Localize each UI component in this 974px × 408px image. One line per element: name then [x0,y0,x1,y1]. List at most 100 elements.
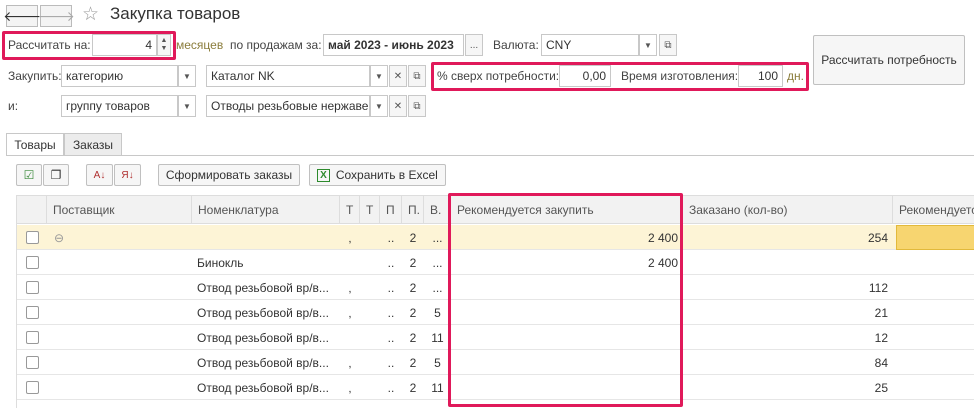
cell-c1: ‚ [348,305,352,320]
cell-name: Отвод резьбовой вр/в... [197,280,329,295]
highlight-calc [2,31,176,60]
cell-name: Отвод резьбовой вр/в... [197,355,329,370]
cell-ordered: 254 [867,230,888,245]
cell-c4: 2 [409,305,417,320]
copy-button[interactable]: ❐ [43,164,69,186]
catalog-dropdown[interactable]: ▼ [370,65,388,87]
forward-button[interactable]: 🡒 [37,5,75,27]
group-field[interactable]: Отводы резьбовые нержавею [206,95,370,117]
cell-supplier [47,250,192,275]
buy-by-field[interactable]: категорию [61,65,178,87]
cell-c5: ... [432,230,443,245]
tab-panel-border [6,155,974,156]
currency-field[interactable]: CNY [541,34,639,56]
catalog-field[interactable]: Каталог NK [206,65,370,87]
col-recommend2[interactable]: Рекомендуется [893,196,974,224]
catalog-open-button[interactable]: ⧉ [408,65,426,87]
cell-c2 [360,225,380,250]
cell-c4: 2 [409,230,417,245]
calc-need-button[interactable]: Рассчитать потребность [813,35,965,85]
group-open-button[interactable]: ⧉ [408,95,426,117]
cell-c5: 5 [434,305,441,320]
cell-recommend2[interactable] [896,275,974,300]
tab-orders[interactable]: Заказы [64,133,122,156]
by-sales-label: по продажам за: [230,38,322,52]
months-label: месяцев [176,38,224,52]
cell-ordered: 112 [868,280,888,295]
arrow-right-icon: 🡒 [37,7,75,24]
cell-name: Бинокль [197,255,244,270]
and-by-field[interactable]: группу товаров [61,95,178,117]
row-checkbox[interactable] [26,331,39,344]
page-title: Закупка товаров [110,4,241,23]
cell-c4: 2 [409,280,417,295]
cell-recommend2[interactable] [896,300,974,325]
cell-recommend2[interactable] [896,225,974,250]
row-checkbox[interactable] [26,231,39,244]
cell-c2 [360,375,380,400]
group-clear-button[interactable]: ✕ [389,95,407,117]
col-t1[interactable]: Т [340,196,360,224]
period-field[interactable]: май 2023 - июнь 2023 [323,34,464,56]
cell-name [192,225,340,250]
cell-ordered: 25 [874,380,888,395]
cell-c1: ‚ [348,355,352,370]
row-checkbox[interactable] [26,256,39,269]
cell-supplier [47,225,192,250]
cell-c3: .. [387,330,395,345]
excel-icon: X [317,168,330,182]
cell-name: Отвод резьбовой вр/в... [197,305,329,320]
cell-recommend2[interactable] [896,250,974,275]
col-p1[interactable]: П [380,196,402,224]
cell-name: Отвод резьбовой вр/в... [197,330,329,345]
cell-ordered [683,250,893,275]
cell-recommend2[interactable] [896,375,974,400]
form-orders-button[interactable]: Сформировать заказы [158,164,300,186]
cell-recommend2[interactable] [896,350,974,375]
row-checkbox[interactable] [26,356,39,369]
cell-c3: .. [387,355,395,370]
sort-desc-button[interactable]: Я↓ [114,164,141,186]
row-checkbox[interactable] [26,281,39,294]
col-t2[interactable]: Т [360,196,380,224]
cell-name: Отвод резьбовой вр/в... [197,380,329,395]
cell-recommend2[interactable] [896,325,974,350]
cell-c5: ... [432,280,443,295]
check-all-button[interactable]: ☑ [16,164,42,186]
cell-c5: 5 [434,355,441,370]
currency-open-button[interactable]: ⧉ [659,34,677,56]
row-checkbox[interactable] [26,381,39,394]
sort-asc-button[interactable]: A↓ [86,164,113,186]
back-button[interactable]: 🡐 [3,5,41,27]
cell-c4: 2 [409,255,417,270]
favorite-star-icon[interactable]: ☆ [82,3,99,26]
col-name[interactable]: Номенклатура [192,196,340,224]
cell-ordered: 12 [874,330,888,345]
tab-goods[interactable]: Товары [6,133,64,156]
cell-c2 [360,300,380,325]
currency-dropdown[interactable]: ▼ [639,34,657,56]
cell-c4: 2 [409,330,417,345]
cell-c3: .. [387,230,395,245]
catalog-clear-button[interactable]: ✕ [389,65,407,87]
cell-ordered: 21 [874,305,888,320]
col-p2[interactable]: П. [402,196,424,224]
and-by-dropdown[interactable]: ▼ [178,95,196,117]
save-excel-button[interactable]: X Сохранить в Excel [309,164,446,186]
cell-c1 [340,325,360,350]
cell-c1: ‚ [348,280,352,295]
cell-c2 [360,325,380,350]
period-select-button[interactable]: ... [465,34,483,56]
cell-c2 [360,350,380,375]
currency-label: Валюта: [493,38,539,52]
buy-by-dropdown[interactable]: ▼ [178,65,196,87]
col-ordered[interactable]: Заказано (кол-во) [683,196,893,224]
cell-c2 [360,275,380,300]
col-v[interactable]: В. [424,196,451,224]
cell-supplier [47,375,192,400]
row-checkbox[interactable] [26,306,39,319]
cell-ordered: 84 [874,355,888,370]
group-dropdown[interactable]: ▼ [370,95,388,117]
highlight-recommend-column [448,193,683,407]
col-supplier[interactable]: Поставщик [47,196,192,224]
